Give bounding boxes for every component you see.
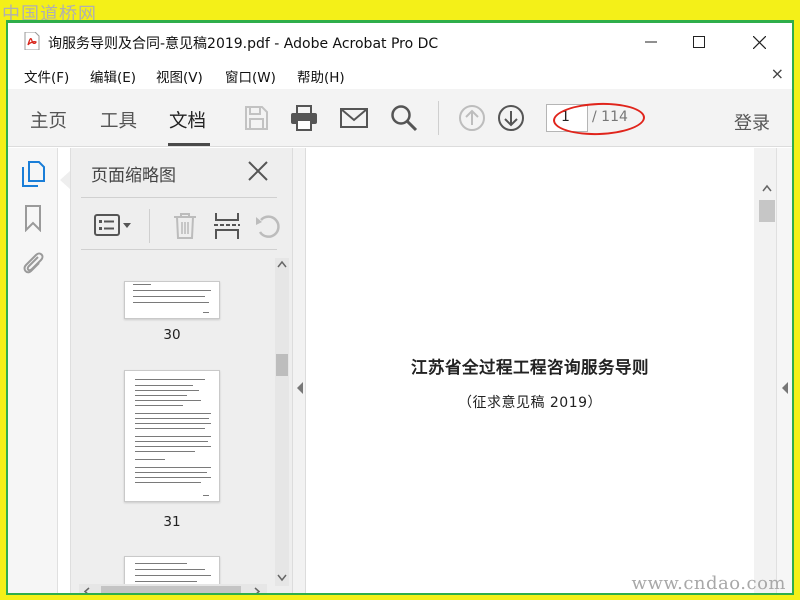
title-bar: 询服务导则及合同-意见稿2019.pdf - Adobe Acrobat Pro…: [8, 23, 792, 61]
scrollbar-thumb[interactable]: [759, 200, 775, 222]
scrollbar-thumb[interactable]: [101, 586, 241, 593]
menu-edit[interactable]: 编辑(E): [90, 66, 136, 86]
close-document-button[interactable]: ×: [771, 64, 784, 83]
scroll-up-icon[interactable]: [762, 184, 772, 192]
tab-document[interactable]: 文档: [169, 107, 206, 133]
pdf-file-icon: [24, 32, 40, 50]
page-down-icon[interactable]: [496, 103, 526, 133]
scroll-up-icon[interactable]: [277, 260, 287, 268]
menu-file[interactable]: 文件(F): [24, 66, 69, 86]
scroll-down-icon[interactable]: [277, 574, 287, 582]
scroll-left-icon[interactable]: [83, 587, 91, 595]
delete-icon[interactable]: [171, 211, 199, 241]
panel-title: 页面缩略图: [91, 166, 176, 186]
menu-bar: 文件(F) 编辑(E) 视图(V) 窗口(W) 帮助(H) ×: [8, 61, 792, 87]
thumbnail-tools: [71, 203, 293, 249]
page-number-label: 31: [163, 514, 181, 530]
acrobat-window: 询服务导则及合同-意见稿2019.pdf - Adobe Acrobat Pro…: [6, 20, 794, 595]
close-icon: [752, 35, 766, 49]
thumbnails-horizontal-scrollbar[interactable]: [79, 584, 267, 595]
document-subtitle: （征求意见稿 2019）: [457, 395, 603, 411]
login-button[interactable]: 登录: [734, 109, 770, 135]
search-icon[interactable]: [389, 103, 419, 133]
maximize-icon: [693, 36, 705, 48]
document-page-view: 江苏省全过程工程咨询服务导则 （征求意见稿 2019）: [306, 148, 754, 593]
scrollbar-thumb[interactable]: [276, 354, 288, 376]
email-icon[interactable]: [339, 103, 369, 133]
minimize-button[interactable]: [628, 27, 674, 57]
panel-splitter[interactable]: [292, 148, 306, 593]
close-panel-icon[interactable]: [245, 158, 271, 184]
print-icon[interactable]: [289, 103, 319, 133]
document-vertical-scrollbar[interactable]: [754, 148, 776, 593]
options-menu-icon[interactable]: [93, 211, 133, 241]
maximize-button[interactable]: [676, 27, 722, 57]
bookmark-icon[interactable]: [20, 204, 46, 232]
menu-help[interactable]: 帮助(H): [297, 66, 345, 86]
page-up-icon[interactable]: [457, 103, 487, 133]
page-thumbnail[interactable]: [124, 281, 220, 319]
navigation-rail: [8, 148, 58, 593]
page-thumbnail[interactable]: [124, 556, 220, 586]
scroll-right-icon[interactable]: [253, 587, 261, 595]
menu-window[interactable]: 窗口(W): [225, 66, 276, 86]
document-title: 江苏省全过程工程咨询服务导则: [411, 358, 649, 377]
thumbnails-vertical-scrollbar[interactable]: [275, 258, 289, 586]
page-thumbnails-icon[interactable]: [20, 160, 46, 188]
toolbar-separator: [438, 101, 439, 135]
watermark-bottom: www.cndao.com: [631, 573, 786, 594]
window-title: 询服务导则及合同-意见稿2019.pdf - Adobe Acrobat Pro…: [48, 36, 439, 52]
panel-divider: [81, 249, 277, 250]
panel-divider: [81, 197, 277, 198]
collapse-left-icon[interactable]: [296, 382, 304, 394]
extract-icon[interactable]: [213, 211, 241, 241]
main-toolbar: 主页 工具 文档 1 / 114 登录: [8, 89, 792, 147]
page-number-label: 30: [163, 327, 181, 343]
minimize-icon: [645, 41, 657, 43]
attachment-icon[interactable]: [20, 248, 46, 276]
expand-right-pane-icon[interactable]: [781, 382, 789, 394]
tab-tools[interactable]: 工具: [100, 107, 137, 133]
tools-separator: [149, 209, 150, 243]
right-pane-toggle[interactable]: [776, 148, 792, 593]
panel-pointer: [60, 171, 70, 189]
page-thumbnail[interactable]: [124, 370, 220, 502]
tab-home[interactable]: 主页: [30, 107, 67, 133]
save-icon[interactable]: [241, 103, 271, 133]
active-tab-indicator: [168, 143, 210, 146]
close-window-button[interactable]: [736, 27, 782, 57]
rotate-icon[interactable]: [253, 211, 283, 241]
page-thumbnails-panel: 页面缩略图 30 31: [70, 148, 293, 595]
menu-view[interactable]: 视图(V): [156, 66, 203, 86]
